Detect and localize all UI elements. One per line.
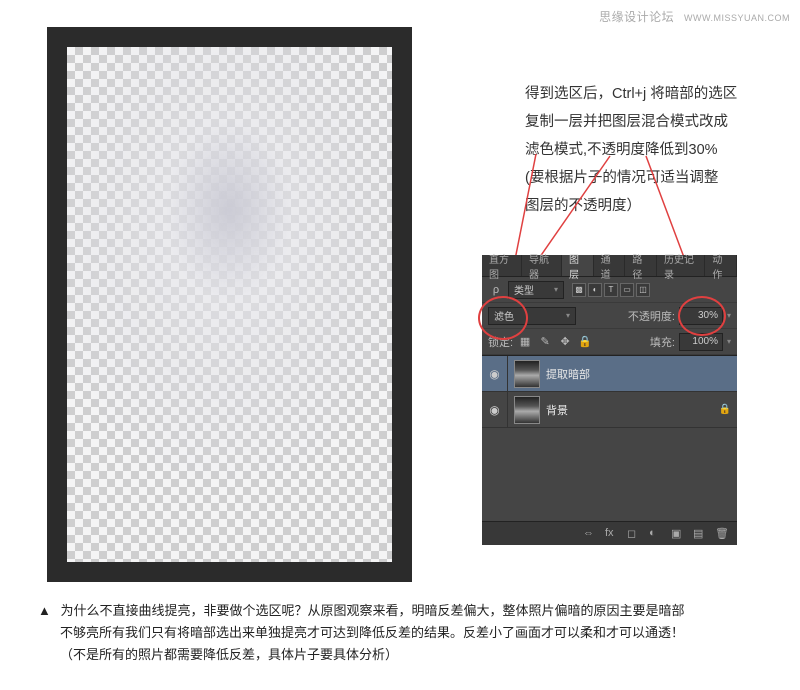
layer-row[interactable]: ◉ 提取暗部: [482, 356, 737, 392]
blend-row: 滤色 ▾ 不透明度: 30% ▾: [482, 303, 737, 329]
lock-transparency-icon[interactable]: ▦: [517, 334, 533, 350]
filter-adjust-icon[interactable]: ◐: [588, 283, 602, 297]
filter-label: 类型: [514, 282, 534, 297]
layer-name[interactable]: 背景: [546, 402, 568, 418]
layer-thumbnail[interactable]: [514, 360, 540, 388]
filter-type-dropdown[interactable]: 类型 ▾: [508, 281, 564, 299]
chevron-down-icon: ▾: [566, 311, 570, 320]
blend-mode-value: 滤色: [494, 308, 514, 323]
lock-icon: 🔒: [719, 404, 731, 415]
instruction-line: 得到选区后，Ctrl+j 将暗部的选区: [525, 80, 780, 108]
image-content: [67, 47, 392, 562]
instruction-line: 复制一层并把图层混合模式改成: [525, 108, 780, 136]
lock-all-icon[interactable]: 🔒: [577, 334, 593, 350]
tab-paths[interactable]: 路径: [625, 255, 657, 276]
layer-name[interactable]: 提取暗部: [546, 366, 590, 382]
footnote: ▲ 为什么不直接曲线提亮，非要做个选区呢？从原图观察来看，明暗反差偏大，整体照片…: [38, 600, 758, 666]
filter-pixel-icon[interactable]: ▩: [572, 283, 586, 297]
adjustment-icon[interactable]: ◐: [649, 527, 663, 541]
layer-thumbnail[interactable]: [514, 396, 540, 424]
lock-label: 锁定:: [488, 334, 513, 350]
filter-icons: ▩ ◐ T ▭ ◫: [572, 283, 650, 297]
panel-footer: ⇔ fx ◻ ◐ ▣ ▤ 🗑: [482, 521, 737, 545]
chevron-down-icon[interactable]: ▾: [727, 311, 731, 320]
filter-shape-icon[interactable]: ▭: [620, 283, 634, 297]
watermark: 思缘设计论坛 WWW.MISSYUAN.COM: [599, 8, 790, 25]
watermark-url: WWW.MISSYUAN.COM: [684, 13, 790, 23]
chevron-down-icon[interactable]: ▾: [727, 337, 731, 346]
triangle-marker-icon: ▲: [38, 600, 51, 622]
visibility-eye-icon[interactable]: ◉: [482, 356, 508, 391]
opacity-value: 30%: [698, 310, 718, 321]
footnote-line: 为什么不直接曲线提亮，非要做个选区呢？从原图观察来看，明暗反差偏大，整体照片偏暗…: [61, 603, 685, 618]
opacity-input[interactable]: 30%: [679, 307, 723, 325]
document-canvas[interactable]: [47, 27, 412, 582]
filter-type-icon[interactable]: T: [604, 283, 618, 297]
filter-row: ρ 类型 ▾ ▩ ◐ T ▭ ◫: [482, 277, 737, 303]
tab-actions[interactable]: 动作: [705, 255, 737, 276]
lock-row: 锁定: ▦ ✎ ✥ 🔒 填充: 100% ▾: [482, 329, 737, 355]
folder-icon[interactable]: ▣: [671, 527, 685, 541]
tab-history[interactable]: 历史记录: [657, 255, 705, 276]
lock-brush-icon[interactable]: ✎: [537, 334, 553, 350]
transparency-checker: [67, 47, 392, 562]
lock-position-icon[interactable]: ✥: [557, 334, 573, 350]
blend-mode-dropdown[interactable]: 滤色 ▾: [488, 307, 576, 325]
instruction-text: 得到选区后，Ctrl+j 将暗部的选区 复制一层并把图层混合模式改成 滤色模式,…: [525, 80, 780, 220]
instruction-line: 图层的不透明度）: [525, 192, 780, 220]
fill-label: 填充:: [650, 334, 675, 350]
fill-input[interactable]: 100%: [679, 333, 723, 351]
tab-histogram[interactable]: 直方图: [482, 255, 522, 276]
fx-icon[interactable]: fx: [605, 527, 619, 541]
chevron-down-icon: ▾: [554, 285, 558, 294]
panel-tabs: 直方图 导航器 图层 通道 路径 历史记录 动作: [482, 255, 737, 277]
layers-panel: 直方图 导航器 图层 通道 路径 历史记录 动作 ρ 类型 ▾ ▩ ◐ T ▭ …: [482, 255, 737, 545]
search-icon[interactable]: ρ: [488, 282, 504, 298]
filter-smart-icon[interactable]: ◫: [636, 283, 650, 297]
visibility-eye-icon[interactable]: ◉: [482, 392, 508, 427]
tab-layers[interactable]: 图层: [562, 255, 594, 276]
new-layer-icon[interactable]: ▤: [693, 527, 707, 541]
watermark-site: 思缘设计论坛: [599, 10, 674, 24]
layer-list: ◉ 提取暗部 ◉ 背景 🔒: [482, 355, 737, 428]
fill-value: 100%: [692, 336, 718, 347]
tab-navigator[interactable]: 导航器: [522, 255, 562, 276]
footnote-line: 不够亮所有我们只有将暗部选出来单独提亮才可达到降低反差的结果。反差小了画面才可以…: [60, 622, 684, 644]
tab-channels[interactable]: 通道: [594, 255, 626, 276]
mask-icon[interactable]: ◻: [627, 527, 641, 541]
link-icon[interactable]: ⇔: [583, 527, 597, 541]
instruction-line: (要根据片子的情况可适当调整: [525, 164, 780, 192]
trash-icon[interactable]: 🗑: [715, 527, 729, 541]
opacity-label: 不透明度:: [628, 308, 675, 324]
footnote-line: （不是所有的照片都需要降低反差，具体片子要具体分析）: [60, 644, 398, 666]
layer-row[interactable]: ◉ 背景 🔒: [482, 392, 737, 428]
instruction-line: 滤色模式,不透明度降低到30%: [525, 136, 780, 164]
